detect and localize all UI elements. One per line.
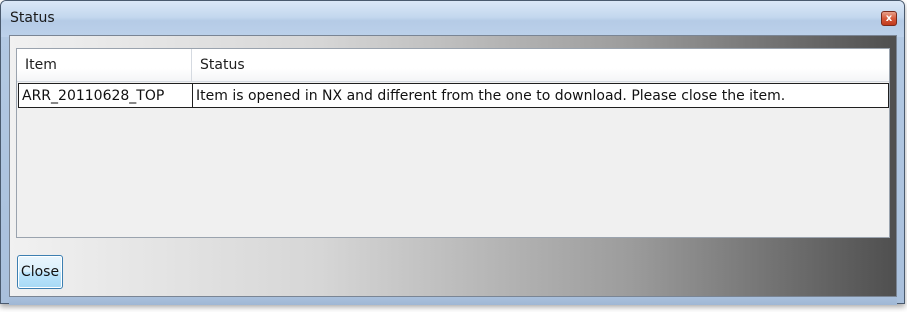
window-bottom-frame	[9, 297, 897, 305]
status-grid: Item Status ARR_20110628_TOP Item is ope…	[16, 48, 890, 238]
grid-header: Item Status	[17, 49, 889, 82]
window-close-button[interactable]: x	[881, 11, 897, 26]
close-button[interactable]: Close	[17, 255, 63, 289]
button-bar: Close	[10, 238, 896, 296]
close-icon: x	[885, 13, 893, 24]
title-bar[interactable]: Status x	[1, 1, 904, 37]
client-area: Item Status ARR_20110628_TOP Item is ope…	[9, 35, 897, 297]
cell-item[interactable]: ARR_20110628_TOP	[18, 83, 193, 108]
window-title: Status	[10, 10, 55, 26]
status-dialog: Status x Item Status ARR_20110628_TOP It…	[0, 0, 905, 305]
cell-status[interactable]: Item is opened in NX and different from …	[192, 83, 889, 108]
table-row[interactable]: ARR_20110628_TOP Item is opened in NX an…	[18, 83, 889, 108]
column-header-item[interactable]: Item	[17, 49, 192, 81]
column-header-status[interactable]: Status	[192, 49, 889, 81]
